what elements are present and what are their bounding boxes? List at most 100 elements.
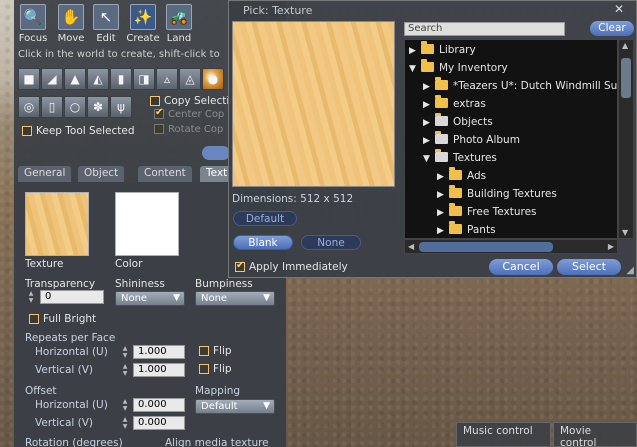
tree-item[interactable]: ▶ Free Textures bbox=[437, 203, 537, 221]
collapsed-arrow-icon[interactable]: ▶ bbox=[423, 78, 435, 96]
collapsed-arrow-icon[interactable]: ▶ bbox=[437, 186, 449, 204]
expanded-arrow-icon[interactable]: ▼ bbox=[423, 150, 435, 168]
scroll-right-icon[interactable]: ▶ bbox=[608, 242, 614, 251]
half-cone-shape-icon[interactable]: ◬ bbox=[179, 68, 201, 90]
tube-shape-icon[interactable]: ▯ bbox=[41, 96, 63, 118]
more-button[interactable] bbox=[202, 146, 230, 160]
transparency-spinner-icon[interactable]: ▲ ▼ bbox=[25, 290, 37, 304]
offset-horizontal-spinner-icon[interactable]: ▲ ▼ bbox=[119, 398, 131, 412]
none-button[interactable]: None bbox=[301, 235, 361, 250]
focus-tool[interactable]: 🔍 Focus bbox=[12, 4, 54, 44]
vertical-scrollbar[interactable]: ▲ ▼ bbox=[618, 39, 634, 239]
tree-item-label: *Teazers U*: Dutch Windmill Supp bbox=[453, 80, 618, 92]
prism-shape-icon[interactable]: ◢ bbox=[41, 68, 63, 90]
tree-item[interactable]: ▼ Textures bbox=[423, 149, 497, 167]
torus-shape-icon[interactable]: ◎ bbox=[18, 96, 40, 118]
flip-label: Flip bbox=[213, 363, 232, 375]
repeat-vertical-spinner-icon[interactable]: ▲ ▼ bbox=[119, 363, 131, 377]
repeat-horizontal-input[interactable]: 1.000 bbox=[133, 345, 185, 359]
collapsed-arrow-icon[interactable]: ▶ bbox=[423, 96, 435, 114]
tree-item[interactable]: ▶ extras bbox=[423, 95, 486, 113]
color-swatch[interactable] bbox=[115, 192, 179, 256]
cube-shape-icon[interactable]: ■ bbox=[18, 68, 40, 90]
rotate-copy-checkbox[interactable]: Rotate Cop bbox=[154, 124, 223, 135]
close-icon[interactable]: ✕ bbox=[614, 2, 624, 16]
edit-tool[interactable]: ↖ Edit bbox=[85, 4, 127, 44]
offset-vertical-input[interactable]: 0.000 bbox=[133, 416, 185, 430]
half-cylinder-shape-icon[interactable]: ◨ bbox=[133, 68, 155, 90]
collapsed-arrow-icon[interactable]: ▶ bbox=[423, 114, 435, 132]
land-tool[interactable]: 🚜 Land bbox=[158, 4, 200, 44]
checkbox-icon bbox=[235, 260, 245, 272]
collapsed-arrow-icon[interactable]: ▶ bbox=[423, 132, 435, 150]
magnifier-icon: 🔍 bbox=[20, 4, 46, 30]
repeats-label: Repeats per Face bbox=[25, 332, 116, 344]
tab-general[interactable]: General bbox=[18, 166, 72, 182]
magic-wand-icon: ✨ bbox=[130, 4, 156, 30]
flip-horizontal-checkbox[interactable]: Flip bbox=[199, 345, 232, 357]
scroll-thumb[interactable] bbox=[621, 58, 631, 98]
scroll-thumb[interactable] bbox=[419, 242, 553, 252]
music-control[interactable]: Music control bbox=[456, 422, 551, 447]
scroll-down-icon[interactable]: ▼ bbox=[622, 228, 628, 237]
tree-item[interactable]: ▶ Pants bbox=[437, 221, 496, 238]
folder-icon bbox=[435, 77, 448, 90]
transparency-input[interactable]: 0 bbox=[40, 290, 104, 304]
offset-vertical-spinner-icon[interactable]: ▲ ▼ bbox=[119, 416, 131, 430]
repeat-vertical-input[interactable]: 1.000 bbox=[133, 363, 185, 377]
tree-item[interactable]: ▶ Objects bbox=[423, 113, 493, 131]
tetrahedron-shape-icon[interactable]: ◭ bbox=[87, 68, 109, 90]
keep-tool-checkbox[interactable]: Keep Tool Selected bbox=[22, 125, 135, 137]
collapsed-arrow-icon[interactable]: ▶ bbox=[437, 204, 449, 222]
tree-item[interactable]: ▼ My Inventory bbox=[409, 59, 508, 77]
blank-button[interactable]: Blank bbox=[233, 235, 293, 250]
expanded-arrow-icon[interactable]: ▼ bbox=[409, 60, 421, 78]
clear-button[interactable]: Clear bbox=[590, 21, 634, 36]
scroll-up-icon[interactable]: ▲ bbox=[622, 41, 628, 50]
collapsed-arrow-icon[interactable]: ▶ bbox=[409, 42, 421, 60]
center-copy-checkbox[interactable]: Center Cop bbox=[154, 107, 224, 120]
scroll-left-icon[interactable]: ◀ bbox=[408, 242, 414, 251]
texture-swatch[interactable] bbox=[25, 192, 89, 256]
flip-vertical-checkbox[interactable]: Flip bbox=[199, 363, 232, 375]
tree-item[interactable]: ▶ Building Textures bbox=[437, 185, 557, 203]
offset-horizontal-input[interactable]: 0.000 bbox=[133, 398, 185, 412]
select-button[interactable]: Select bbox=[557, 259, 621, 275]
repeat-horizontal-spinner-icon[interactable]: ▲ ▼ bbox=[119, 345, 131, 359]
full-bright-checkbox[interactable]: Full Bright bbox=[29, 313, 96, 325]
default-button[interactable]: Default bbox=[233, 211, 297, 226]
checkbox-icon bbox=[22, 126, 32, 136]
cylinder-shape-icon[interactable]: ▮ bbox=[110, 68, 132, 90]
tree-shape-icon[interactable]: ✽ bbox=[87, 96, 109, 118]
align-media-button[interactable]: Align media texture bbox=[165, 437, 269, 447]
horizontal-scrollbar[interactable]: ◀ ▶ bbox=[404, 239, 618, 254]
texture-label: Texture bbox=[25, 258, 64, 270]
collapsed-arrow-icon[interactable]: ▶ bbox=[437, 222, 449, 238]
sphere-shape-icon[interactable]: ● bbox=[202, 68, 224, 90]
cone-shape-icon[interactable]: ▵ bbox=[156, 68, 178, 90]
keep-tool-label: Keep Tool Selected bbox=[36, 125, 135, 137]
shininess-dropdown[interactable]: None ▼ bbox=[115, 291, 185, 306]
pyramid-shape-icon[interactable]: ▲ bbox=[64, 68, 86, 90]
tree-item[interactable]: ▶ Photo Album bbox=[423, 131, 520, 149]
arrow-cursor-icon: ↖ bbox=[93, 4, 119, 30]
tree-item-label: Pants bbox=[467, 224, 496, 236]
resize-handle-icon[interactable]: ◢ bbox=[626, 265, 634, 276]
apply-immediately-label: Apply Immediately bbox=[249, 261, 348, 273]
offset-horizontal-label: Horizontal (U) bbox=[35, 399, 108, 411]
shininess-label: Shininess bbox=[115, 278, 165, 290]
ring-shape-icon[interactable]: ○ bbox=[64, 96, 86, 118]
tree-item[interactable]: ▶ Library bbox=[409, 41, 476, 59]
grass-shape-icon[interactable]: ψ bbox=[110, 96, 132, 118]
tab-object[interactable]: Object bbox=[78, 166, 125, 182]
collapsed-arrow-icon[interactable]: ▶ bbox=[437, 168, 449, 186]
apply-immediately-checkbox[interactable]: Apply Immediately bbox=[235, 260, 348, 273]
search-input[interactable]: Search bbox=[404, 22, 565, 36]
cancel-button[interactable]: Cancel bbox=[489, 259, 553, 275]
tree-item[interactable]: ▶ *Teazers U*: Dutch Windmill Supp bbox=[423, 77, 618, 96]
mapping-dropdown[interactable]: Default ▼ bbox=[195, 399, 275, 414]
tree-item[interactable]: ▶ Ads bbox=[437, 167, 486, 185]
movie-control[interactable]: Movie control bbox=[553, 422, 637, 447]
tab-content[interactable]: Content bbox=[138, 166, 192, 182]
bumpiness-dropdown[interactable]: None ▼ bbox=[195, 291, 275, 306]
